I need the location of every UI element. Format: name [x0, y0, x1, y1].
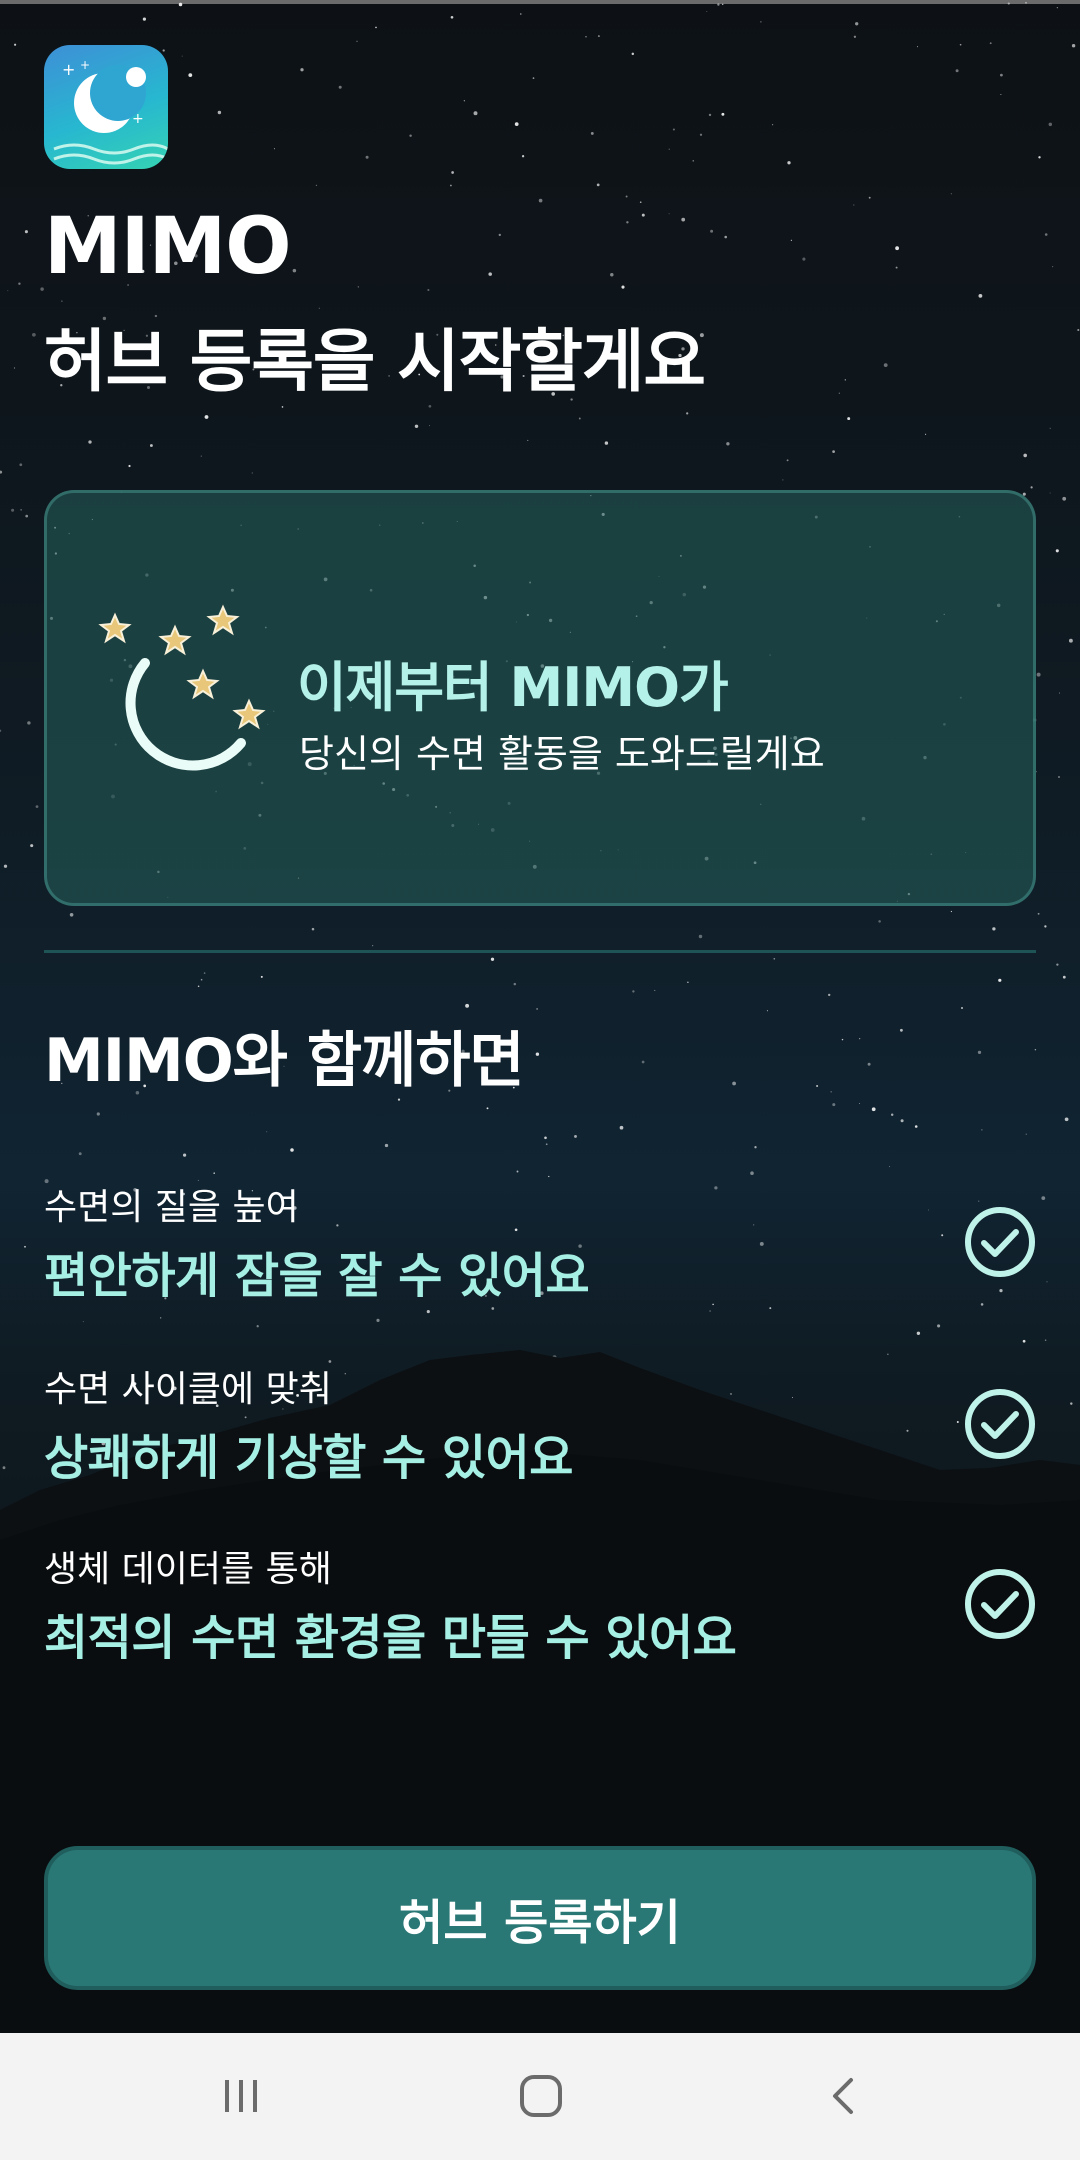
page-title: 허브 등록을 시작할게요 — [44, 323, 706, 402]
svg-text:+: + — [62, 60, 75, 79]
app-logo: + + + — [44, 45, 168, 169]
benefit-caption: 생체 데이터를 통해 — [44, 1549, 332, 1590]
check-circle-icon — [965, 1569, 1035, 1639]
intro-card: 이제부터 MIMO가 당신의 수면 활동을 도와드릴게요 — [44, 490, 1036, 906]
benefit-item: 생체 데이터를 통해 최적의 수면 환경을 만들 수 있어요 — [44, 1540, 1036, 1670]
app-screen: + + + MIMO 허브 등록을 시작할게요 이제부터 MIMO가 당신의 수… — [0, 0, 1080, 2033]
check-circle-icon — [965, 1207, 1035, 1277]
moon-stars-illustration — [98, 604, 266, 771]
intro-subtitle: 당신의 수면 활동을 도와드릴게요 — [299, 732, 825, 776]
benefit-text: 상쾌하게 기상할 수 있어요 — [44, 1430, 573, 1486]
benefit-caption: 수면 사이클에 맞춰 — [44, 1369, 332, 1410]
svg-text:+: + — [80, 58, 90, 72]
check-circle-icon — [965, 1389, 1035, 1459]
system-navigation-bar — [0, 2033, 1080, 2160]
intro-title: 이제부터 MIMO가 — [297, 656, 729, 719]
app-name: MIMO — [44, 202, 292, 292]
benefit-text: 최적의 수면 환경을 만들 수 있어요 — [44, 1610, 737, 1666]
recent-apps-icon[interactable] — [196, 2061, 286, 2131]
section-divider — [44, 950, 1036, 953]
benefits-heading: MIMO와 함께하면 — [44, 1026, 525, 1096]
back-icon[interactable] — [800, 2061, 890, 2131]
register-hub-button[interactable]: 허브 등록하기 — [44, 1846, 1036, 1990]
benefit-text: 편안하게 잠을 잘 수 있어요 — [44, 1248, 590, 1304]
home-icon[interactable] — [496, 2061, 586, 2131]
benefit-item: 수면 사이클에 맞춰 상쾌하게 기상할 수 있어요 — [44, 1360, 1036, 1490]
benefit-item: 수면의 질을 높여 편안하게 잠을 잘 수 있어요 — [44, 1178, 1036, 1308]
benefit-caption: 수면의 질을 높여 — [44, 1187, 299, 1228]
svg-text:+: + — [132, 111, 144, 127]
